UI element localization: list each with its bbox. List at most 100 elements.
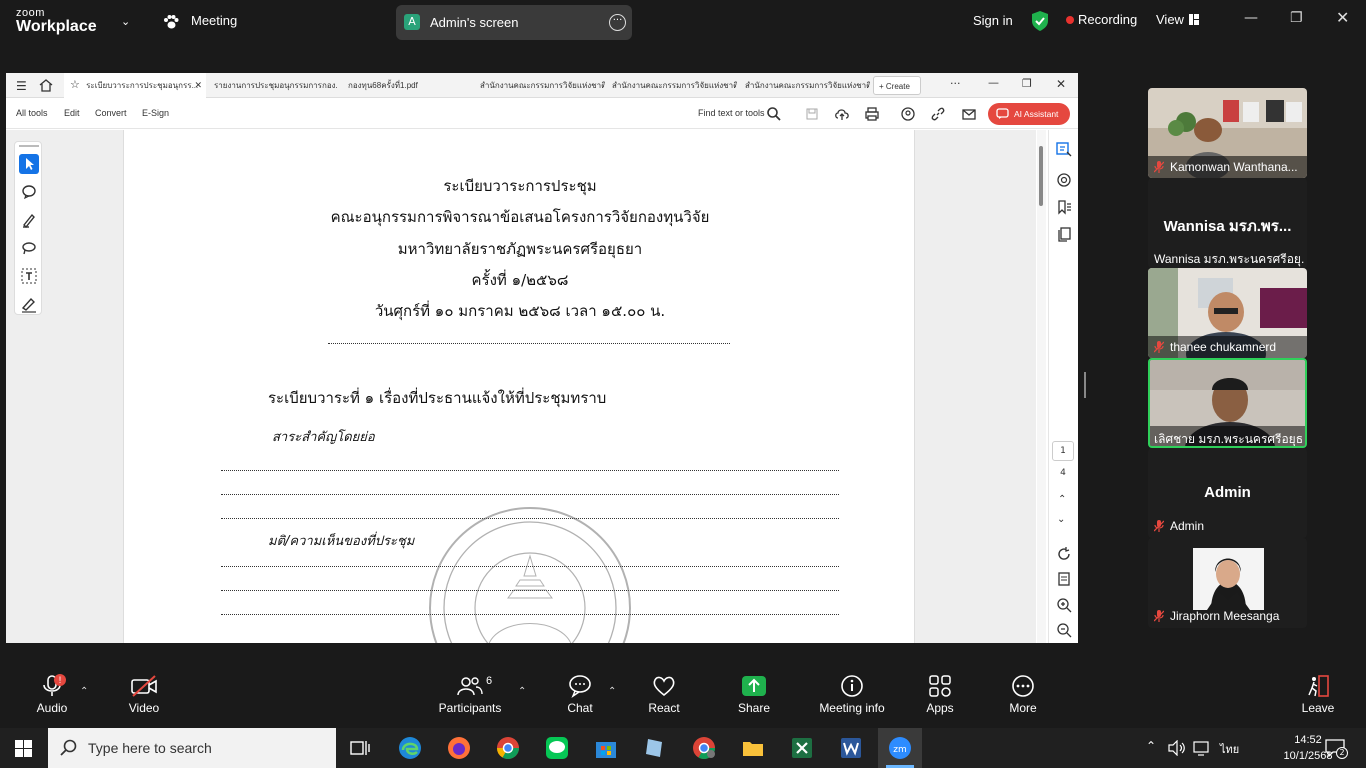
bookmark-icon[interactable] (1056, 199, 1072, 215)
menu-convert[interactable]: Convert (95, 108, 127, 118)
sign-icon[interactable] (19, 294, 39, 314)
meeting-info-button[interactable]: Meeting info (814, 674, 890, 715)
link-icon[interactable] (930, 106, 946, 122)
participant-tile[interactable]: Jiraphorn Meesanga (1148, 538, 1307, 628)
draw-lasso-icon[interactable] (19, 238, 39, 258)
apps-button[interactable]: Apps (920, 674, 960, 715)
close-icon[interactable]: ✕ (1336, 8, 1349, 27)
restore-icon[interactable]: ❐ (1290, 10, 1303, 26)
tab-agenda[interactable]: ☆ ระเบียบวาระการประชุมอนุกรร... ✕ (64, 73, 206, 98)
file-explorer-icon[interactable] (741, 736, 765, 760)
hamburger-menu-icon[interactable]: ☰ (16, 79, 27, 93)
chrome-profile-icon[interactable] (692, 736, 716, 760)
tab-nrct-3[interactable]: สำนักงานคณะกรรมการวิจัยแห่งชาติ (745, 73, 870, 98)
tab-minutes[interactable]: รายงานการประชุมอนุกรรมการกอง... (214, 73, 338, 98)
participants-button[interactable]: Participants 6 (436, 674, 504, 715)
ai-assistant-button[interactable]: AI Assistant (988, 103, 1070, 125)
minimize-icon[interactable]: — (1244, 10, 1258, 26)
tab-nrct-2[interactable]: สำนักงานคณะกรรมการวิจัยแห่งชาติ (612, 73, 737, 98)
excel-icon[interactable] (790, 736, 814, 760)
save-icon[interactable] (804, 106, 820, 122)
edit-pdf-icon[interactable] (1056, 141, 1072, 157)
menu-all-tools[interactable]: All tools (16, 108, 48, 118)
line-app-icon[interactable] (545, 736, 569, 760)
acrobat-restore-icon[interactable]: ❐ (1022, 77, 1032, 90)
word-icon[interactable] (839, 736, 863, 760)
shield-check-icon[interactable] (1031, 11, 1049, 31)
menu-esign[interactable]: E-Sign (142, 108, 169, 118)
rotate-icon[interactable] (1056, 546, 1072, 562)
video-label: Video (128, 701, 160, 715)
microsoft-store-icon[interactable] (594, 736, 618, 760)
leave-button[interactable]: Leave (1298, 674, 1338, 715)
sign-in-button[interactable]: Sign in (973, 13, 1013, 28)
audio-options-caret[interactable]: ⌃ (80, 686, 88, 697)
acrobat-close-icon[interactable]: ✕ (1056, 77, 1066, 91)
more-options-icon[interactable]: ··· (609, 14, 626, 31)
select-tool-button[interactable] (19, 154, 39, 174)
chevron-down-icon[interactable]: ⌄ (1057, 514, 1065, 525)
meeting-menu[interactable]: Meeting (163, 13, 237, 29)
more-button[interactable]: More (1003, 674, 1043, 715)
participant-tile-active-speaker[interactable]: เลิศชาย มรภ.พระนครศรีอยุธยา (1148, 358, 1307, 448)
network-icon[interactable] (1193, 740, 1211, 756)
text-box-icon[interactable] (19, 266, 39, 286)
zoom-out-icon[interactable] (1056, 622, 1072, 638)
panel-splitter[interactable] (1084, 372, 1086, 398)
find-text-tools[interactable]: Find text or tools (698, 108, 765, 118)
highlight-pen-icon[interactable] (19, 210, 39, 230)
audio-button[interactable]: Audio ! (32, 674, 72, 715)
recording-label[interactable]: Recording (1078, 12, 1137, 27)
tab-pdf[interactable]: กองทุน68ครั้งที่1.pdf (348, 73, 468, 98)
chevron-up-icon[interactable]: ⌃ (1058, 494, 1066, 505)
task-view-icon[interactable] (348, 736, 372, 760)
firefox-icon[interactable] (447, 736, 471, 760)
create-button[interactable]: + Create (873, 76, 921, 95)
home-icon[interactable] (39, 79, 53, 92)
menu-edit[interactable]: Edit (64, 108, 80, 118)
tab-nrct-1[interactable]: สำนักงานคณะกรรมการวิจัยแห่งชาติ (480, 73, 605, 98)
participant-tile[interactable]: thanee chukamnerd (1148, 268, 1307, 358)
print-icon[interactable] (864, 106, 880, 122)
windows-start-icon[interactable] (15, 740, 32, 757)
grid-view-icon[interactable] (1189, 14, 1199, 25)
share-button[interactable]: Share (734, 674, 774, 715)
zoom-in-icon[interactable] (1056, 597, 1072, 613)
participant-tile[interactable]: Admin Admin (1148, 448, 1307, 538)
chat-button[interactable]: Chat (560, 674, 600, 715)
pages-icon[interactable] (1056, 226, 1072, 242)
page-number-input[interactable]: 1 (1052, 441, 1074, 461)
screen-share-pill[interactable]: A Admin's screen ··· (396, 5, 632, 40)
mail-icon[interactable] (961, 106, 977, 122)
star-icon[interactable]: ☆ (70, 79, 80, 91)
share-user-icon[interactable] (900, 106, 916, 122)
more-icon[interactable]: ··· (950, 77, 961, 90)
volume-icon[interactable] (1168, 740, 1186, 756)
scrollbar-thumb[interactable] (1039, 146, 1043, 206)
video-button[interactable]: Video (124, 674, 164, 715)
language-indicator[interactable]: ไทย (1220, 740, 1239, 758)
page-fit-icon[interactable] (1056, 571, 1072, 587)
close-tab-icon[interactable]: ✕ (194, 73, 202, 98)
zoom-taskbar-item[interactable]: zm (878, 728, 922, 768)
chevron-down-icon[interactable]: ⌄ (121, 15, 130, 28)
cloud-upload-icon[interactable] (834, 106, 850, 122)
comment-icon[interactable] (19, 182, 39, 202)
chat-options-caret[interactable]: ⌃ (608, 686, 616, 697)
participants-options-caret[interactable]: ⌃ (518, 686, 526, 697)
participant-display-name: Wannisa มรภ.พร... (1163, 218, 1292, 235)
view-button[interactable]: View (1156, 12, 1184, 27)
react-button[interactable]: React (644, 674, 684, 715)
participant-tile[interactable]: Kamonwan Wanthana... (1148, 88, 1307, 178)
tray-overflow-caret[interactable]: ⌃ (1146, 739, 1156, 753)
vertical-scrollbar[interactable] (1037, 130, 1046, 643)
participant-tile[interactable]: Wannisa มรภ.พร... Wannisa มรภ.พระนครศรีอ… (1148, 178, 1307, 268)
document-app-icon[interactable] (643, 736, 667, 760)
search-icon[interactable] (766, 106, 782, 122)
comments-panel-icon[interactable] (1056, 172, 1072, 188)
acrobat-minimize-icon[interactable]: — (988, 76, 999, 89)
edge-icon[interactable] (398, 736, 422, 760)
taskbar-search-box[interactable]: Type here to search (48, 728, 336, 768)
muted-mic-icon (1154, 341, 1164, 353)
chrome-icon[interactable] (496, 736, 520, 760)
